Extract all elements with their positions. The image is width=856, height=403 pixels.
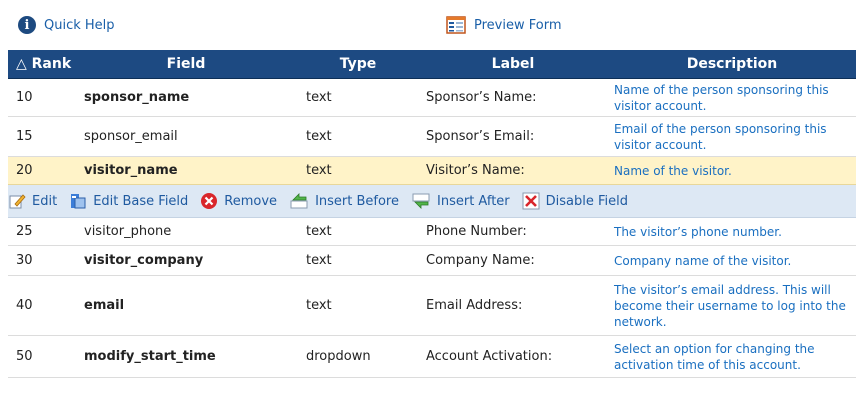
insert-after-button[interactable]: Insert After: [411, 192, 510, 210]
label-cell: Visitor’s Name:: [418, 156, 608, 185]
rank-cell: 20: [8, 156, 74, 185]
rank-column-header[interactable]: △ Rank: [8, 50, 74, 79]
rank-cell: 25: [8, 217, 74, 246]
label-column-header[interactable]: Label: [418, 50, 608, 79]
label-cell: Account Activation:: [418, 335, 608, 378]
rank-cell: 10: [8, 78, 74, 117]
edit-button[interactable]: Edit: [8, 192, 57, 210]
type-cell: text: [298, 275, 418, 336]
rank-cell: 40: [8, 275, 74, 336]
table-row[interactable]: 25 visitor_phone text Phone Number: The …: [8, 217, 856, 246]
type-column-header[interactable]: Type: [298, 50, 418, 79]
edit-base-field-label: Edit Base Field: [93, 193, 189, 209]
preview-form-link[interactable]: Preview Form: [446, 16, 561, 34]
remove-button[interactable]: Remove: [200, 192, 277, 210]
type-cell: dropdown: [298, 335, 418, 378]
rank-cell: 50: [8, 335, 74, 378]
toolbar: i Quick Help Preview Form: [0, 0, 856, 48]
description-cell: Select an option for changing the activa…: [608, 335, 856, 378]
quick-help-link[interactable]: i Quick Help: [18, 16, 115, 34]
description-cell: Email of the person sponsoring this visi…: [608, 116, 856, 157]
type-cell: text: [298, 78, 418, 117]
label-cell: Email Address:: [418, 275, 608, 336]
field-cell: email: [74, 275, 298, 336]
edit-label: Edit: [32, 193, 58, 209]
insert-after-icon: [412, 193, 430, 209]
field-cell: modify_start_time: [74, 335, 298, 378]
disable-field-button[interactable]: Disable Field: [522, 192, 628, 210]
remove-icon: [201, 193, 218, 209]
description-cell: The visitor’s email address. This will b…: [608, 275, 856, 336]
type-cell: text: [298, 156, 418, 185]
info-icon: i: [18, 16, 36, 34]
description-cell: Name of the visitor.: [608, 156, 856, 185]
field-cell: sponsor_email: [74, 116, 298, 157]
fields-table: △ Rank Field Type Label Description 10 s…: [8, 50, 856, 378]
edit-base-field-icon: [71, 194, 86, 209]
field-cell: visitor_name: [74, 156, 298, 185]
table-row[interactable]: 10 sponsor_name text Sponsor’s Name: Nam…: [8, 78, 856, 117]
insert-before-button[interactable]: Insert Before: [289, 192, 399, 210]
table-row[interactable]: 30 visitor_company text Company Name: Co…: [8, 245, 856, 276]
insert-before-label: Insert Before: [315, 193, 399, 209]
disable-field-label: Disable Field: [545, 193, 629, 209]
description-cell: The visitor’s phone number.: [608, 217, 856, 246]
label-cell: Sponsor’s Email:: [418, 116, 608, 157]
type-cell: text: [298, 217, 418, 246]
description-cell: Company name of the visitor.: [608, 245, 856, 276]
preview-form-label: Preview Form: [474, 17, 562, 33]
insert-after-label: Insert After: [437, 193, 510, 209]
type-cell: text: [298, 116, 418, 157]
label-cell: Company Name:: [418, 245, 608, 276]
field-cell: visitor_company: [74, 245, 298, 276]
rank-cell: 15: [8, 116, 74, 157]
field-cell: sponsor_name: [74, 78, 298, 117]
table-row-selected[interactable]: 20 visitor_name text Visitor’s Name: Nam…: [8, 156, 856, 185]
insert-before-icon: [290, 193, 308, 209]
field-column-header[interactable]: Field: [74, 50, 298, 79]
disable-icon: [522, 192, 540, 210]
label-cell: Sponsor’s Name:: [418, 78, 608, 117]
type-cell: text: [298, 245, 418, 276]
row-actions-bar: Edit Edit Base Field Remove Insert Befor…: [8, 184, 856, 218]
remove-label: Remove: [224, 193, 278, 209]
table-row[interactable]: 50 modify_start_time dropdown Account Ac…: [8, 335, 856, 378]
table-row[interactable]: 40 email text Email Address: The visitor…: [8, 275, 856, 336]
description-cell: Name of the person sponsoring this visit…: [608, 78, 856, 117]
label-cell: Phone Number:: [418, 217, 608, 246]
edit-icon: [9, 194, 26, 209]
rank-cell: 30: [8, 245, 74, 276]
table-header-row: △ Rank Field Type Label Description: [8, 50, 856, 79]
field-cell: visitor_phone: [74, 217, 298, 246]
edit-base-field-button[interactable]: Edit Base Field: [69, 192, 188, 210]
description-column-header[interactable]: Description: [608, 50, 856, 79]
form-icon: [446, 16, 466, 34]
quick-help-label: Quick Help: [44, 17, 115, 33]
table-row[interactable]: 15 sponsor_email text Sponsor’s Email: E…: [8, 116, 856, 157]
